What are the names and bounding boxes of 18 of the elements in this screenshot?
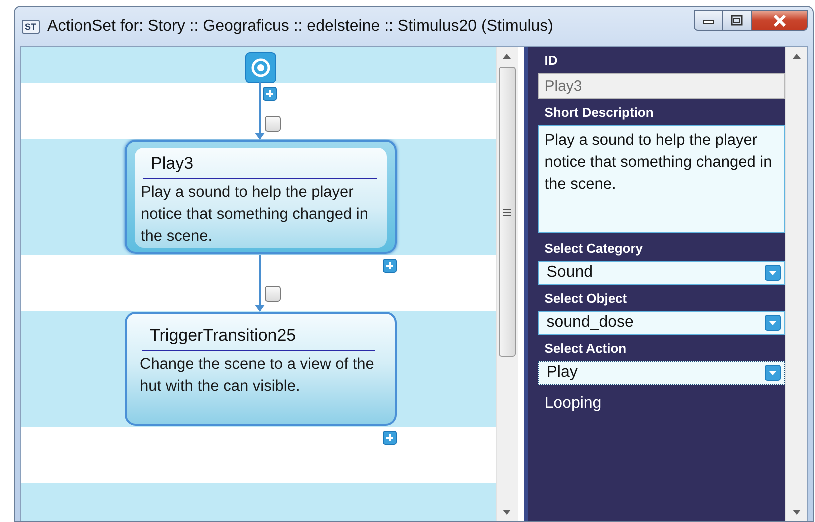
node-description: Change the scene to a view of the hut with the can visible. <box>140 355 375 397</box>
app-icon: ST <box>22 20 40 34</box>
dropdown[interactable]: sound_dose <box>538 311 786 335</box>
field-label: Select Action <box>544 341 628 358</box>
node-description: Play a sound to help the player notice that something changed in the scene. <box>141 183 370 247</box>
action-node[interactable]: TriggerTransition25 Change the scene to a view of the hut with the can visible. <box>125 312 397 426</box>
action-node[interactable]: Play3 Play a sound to help the player notice that something changed in the scene. <box>125 140 397 254</box>
field-label: Select Category <box>544 241 644 258</box>
node-title: Play3 <box>143 154 377 179</box>
field-label: ID <box>544 53 559 70</box>
dropdown[interactable]: Play <box>538 361 786 385</box>
field-label: Select Object <box>544 291 628 308</box>
node-title: TriggerTransition25 <box>142 326 375 351</box>
field-label: Looping <box>544 394 603 414</box>
description-field[interactable]: Play a sound to help the player notice that something changed in the scene. <box>538 125 786 233</box>
window-title: ActionSet for: Story :: Geograficus :: edelsteine :: Stimulus20 (Stimulus) <box>48 18 554 36</box>
dropdown[interactable]: Sound <box>538 261 786 285</box>
field-label: Short Description <box>544 105 655 122</box>
